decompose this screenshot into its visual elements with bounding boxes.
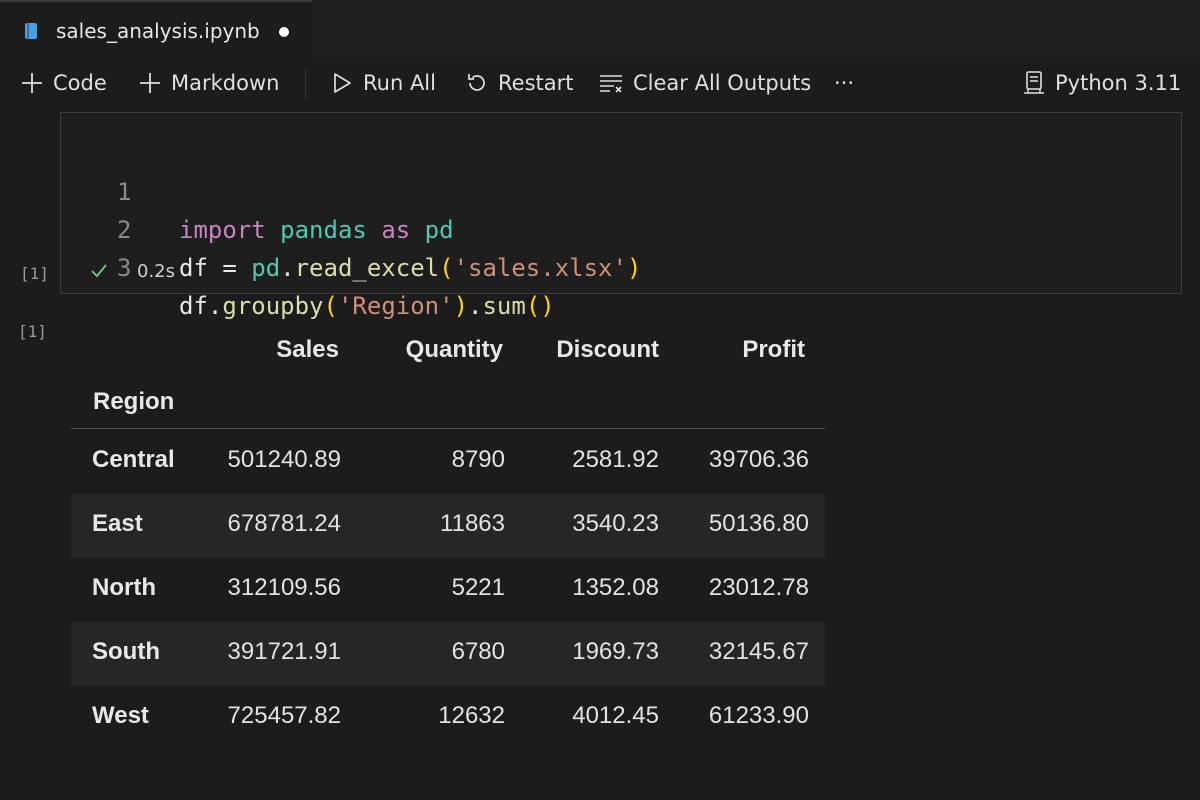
execution-time: 0.2s (137, 261, 176, 282)
more-actions-button[interactable]: ··· (834, 68, 854, 98)
clear-all-outputs-button[interactable]: Clear All Outputs (598, 68, 811, 98)
line-number: 3 (117, 254, 132, 282)
table-cell: 725457.82 (227, 702, 341, 729)
table-cell: 6780 (451, 638, 505, 665)
cell-execution-count: [1] (20, 264, 49, 283)
table-row: North 312109.56 5221 1352.08 23012.78 (71, 558, 825, 622)
code-line[interactable]: 3 df.groupby('Region').sum() (61, 211, 1161, 320)
table-cell: 12632 (438, 702, 505, 729)
tab-bar: sales_analysis.ipynb (0, 0, 1200, 58)
restart-label: Restart (498, 71, 574, 95)
more-icon: ··· (834, 71, 855, 95)
restart-icon (468, 74, 485, 91)
notebook-icon (25, 23, 37, 39)
column-header: Quantity (405, 336, 503, 363)
plus-icon (22, 73, 42, 93)
run-all-button[interactable]: Run All (330, 68, 436, 98)
table-cell: 5221 (451, 574, 505, 601)
table-cell: 39706.36 (708, 446, 809, 473)
table-cell: 8790 (451, 446, 505, 473)
table-cell: 2581.92 (572, 446, 659, 473)
table-row: West 725457.82 12632 4012.45 61233.90 (71, 686, 825, 750)
notebook-toolbar: Code Markdown Run All Restart Clear All … (0, 60, 1200, 106)
table-cell: 23012.78 (708, 574, 809, 601)
clear-outputs-icon (600, 75, 622, 93)
output-execution-count: [1] (18, 322, 47, 341)
code-line-text: df.groupby('Region').sum() (179, 292, 555, 320)
table-cell: 4012.45 (572, 702, 659, 729)
kernel-icon (1024, 71, 1044, 94)
add-markdown-label: Markdown (171, 71, 280, 95)
table-cell: 501240.89 (227, 446, 341, 473)
index-name: Region (93, 388, 175, 415)
add-markdown-cell-button[interactable]: Markdown (138, 68, 279, 98)
tab-title: sales_analysis.ipynb (56, 19, 260, 43)
code-line[interactable]: 2 df = pd.read_excel('sales.xlsx') (61, 173, 1161, 282)
table-cell: 32145.67 (708, 638, 809, 665)
table-cell: 1352.08 (572, 574, 659, 601)
plus-icon (140, 73, 160, 93)
column-header: Profit (742, 336, 805, 363)
code-line[interactable]: 1 import pandas as pd (61, 135, 1161, 244)
code-line-text: df = pd.read_excel('sales.xlsx') (179, 254, 642, 282)
run-all-label: Run All (363, 71, 436, 95)
add-code-cell-button[interactable]: Code (20, 68, 107, 98)
table-cell: 11863 (440, 510, 505, 537)
row-index: East (92, 510, 143, 537)
table-header-row: Sales Quantity Discount Profit (71, 336, 825, 386)
row-index: Central (92, 446, 175, 473)
table-cell: 391721.91 (227, 638, 341, 665)
clear-outputs-label: Clear All Outputs (633, 71, 812, 95)
kernel-picker-button[interactable]: Python 3.11 (1022, 68, 1181, 98)
add-code-label: Code (53, 71, 107, 95)
table-cell: 678781.24 (227, 510, 341, 537)
table-cell: 61233.90 (708, 702, 809, 729)
header-divider (71, 428, 825, 429)
row-index: South (92, 638, 160, 665)
tab-notebook[interactable]: sales_analysis.ipynb (0, 0, 312, 58)
column-header: Sales (276, 336, 339, 363)
toolbar-divider (305, 70, 306, 98)
code-cell[interactable]: 1 import pandas as pd 2 df = pd.read_exc… (60, 112, 1182, 320)
unsaved-dot-icon[interactable] (279, 27, 289, 37)
table-cell: 312109.56 (227, 574, 341, 601)
restart-kernel-button[interactable]: Restart (465, 68, 573, 98)
table-row: South 391721.91 6780 1969.73 32145.67 (71, 622, 825, 686)
column-header: Discount (556, 336, 659, 363)
table-cell: 1969.73 (572, 638, 659, 665)
row-index: North (92, 574, 156, 601)
table-row: Central 501240.89 8790 2581.92 39706.36 (71, 430, 825, 494)
kernel-label: Python 3.11 (1055, 71, 1182, 95)
row-index: West (92, 702, 149, 729)
table-cell: 3540.23 (572, 510, 659, 537)
table-row: East 678781.24 11863 3540.23 50136.80 (71, 494, 825, 558)
table-cell: 50136.80 (708, 510, 809, 537)
check-icon (91, 264, 107, 278)
play-icon (334, 73, 351, 93)
